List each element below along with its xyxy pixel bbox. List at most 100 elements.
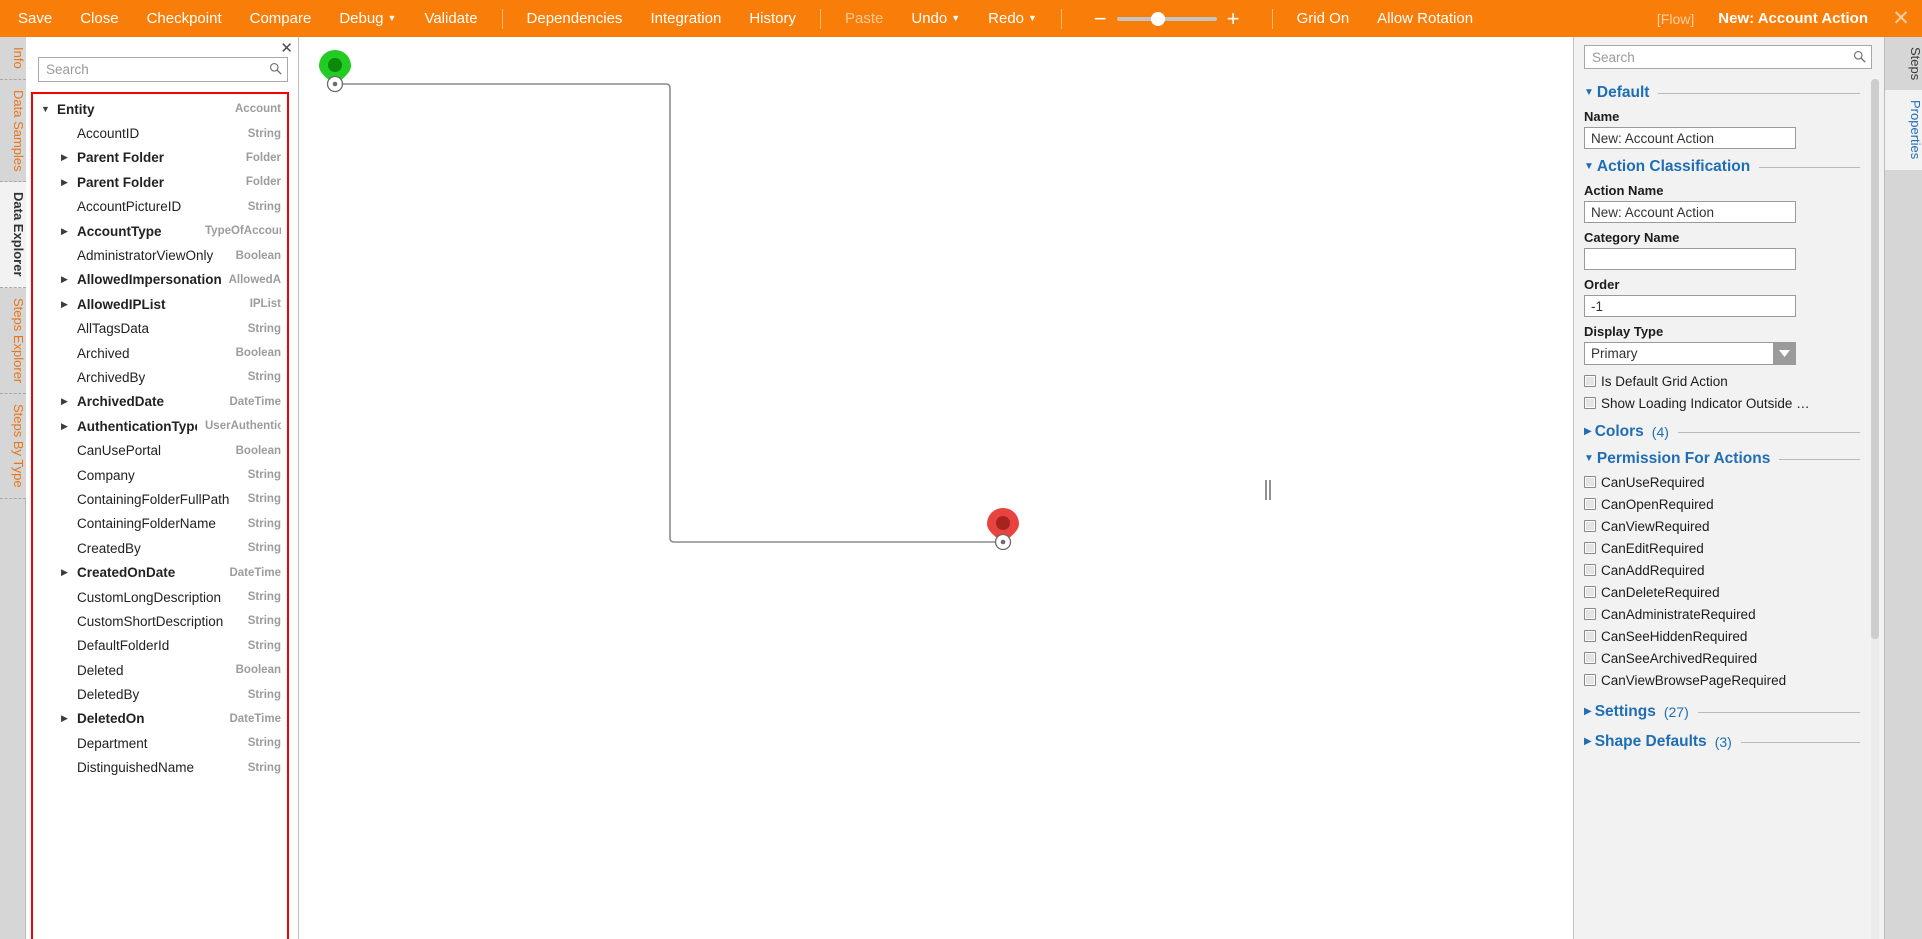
- permission-checkbox-canviewbrowsepagerequired[interactable]: CanViewBrowsePageRequired: [1584, 669, 1870, 691]
- toolbar-grid-on-button[interactable]: Grid On: [1283, 0, 1364, 37]
- tree-row[interactable]: ▶AllTagsData String: [33, 317, 287, 341]
- tree-row[interactable]: ▶ AllowedImpersonations AllowedA: [33, 268, 287, 292]
- tree-row[interactable]: ▶DeletedBy String: [33, 682, 287, 706]
- chevron-right-icon[interactable]: ▶: [61, 396, 77, 407]
- tree-row[interactable]: ▶ContainingFolderName String: [33, 512, 287, 536]
- checkbox-icon[interactable]: [1584, 674, 1596, 686]
- chevron-right-icon[interactable]: ▶: [61, 274, 77, 285]
- tree-row[interactable]: ▶AccountType TypeOfAccount: [33, 219, 287, 243]
- permission-checkbox-canuserequired[interactable]: CanUseRequired: [1584, 471, 1870, 493]
- category-name-field[interactable]: [1584, 248, 1796, 270]
- tree-row[interactable]: ▶ CreatedOnDate DateTime: [33, 560, 287, 584]
- name-field[interactable]: [1584, 127, 1796, 149]
- chevron-right-icon[interactable]: ▶: [61, 152, 77, 163]
- checkbox-icon[interactable]: [1584, 608, 1596, 620]
- display-type-value[interactable]: [1584, 342, 1796, 365]
- chevron-down-icon[interactable]: ▼: [41, 104, 57, 114]
- zoom-in-button[interactable]: +: [1217, 7, 1250, 30]
- toolbar-paste-button[interactable]: Paste: [831, 0, 897, 37]
- toolbar-allow-rotation-button[interactable]: Allow Rotation: [1363, 0, 1487, 37]
- action-name-field[interactable]: [1584, 201, 1796, 223]
- toolbar-close-button[interactable]: Close: [66, 0, 132, 37]
- properties-scrollbar[interactable]: [1871, 79, 1879, 939]
- right-tab-properties[interactable]: Properties: [1885, 90, 1922, 170]
- permission-checkbox-canseearchivedrequired[interactable]: CanSeeArchivedRequired: [1584, 647, 1870, 669]
- entity-tree[interactable]: ▼EntityAccount▶AccountIDString▶Parent Fo…: [33, 94, 287, 939]
- permission-checkbox-candeleterequired[interactable]: CanDeleteRequired: [1584, 581, 1870, 603]
- checkbox-icon[interactable]: [1584, 652, 1596, 664]
- toolbar-checkpoint-button[interactable]: Checkpoint: [133, 0, 236, 37]
- checkbox-icon[interactable]: [1584, 397, 1596, 409]
- permission-checkbox-canadministraterequired[interactable]: CanAdministrateRequired: [1584, 603, 1870, 625]
- tree-row[interactable]: ▶ DeletedOn DateTime: [33, 707, 287, 731]
- chevron-right-icon[interactable]: ▶: [61, 713, 77, 724]
- zoom-slider[interactable]: [1116, 11, 1217, 26]
- chevron-right-icon[interactable]: ▶: [61, 421, 77, 432]
- left-tab-steps-explorer[interactable]: Steps Explorer: [0, 287, 26, 395]
- tree-row[interactable]: ▶Department String: [33, 731, 287, 755]
- permission-checkbox-canviewrequired[interactable]: CanViewRequired: [1584, 515, 1870, 537]
- tree-row[interactable]: ▶AccountPictureID String: [33, 195, 287, 219]
- tree-row[interactable]: ▶AdministratorViewOnly Boolean: [33, 243, 287, 267]
- toolbar-compare-button[interactable]: Compare: [236, 0, 326, 37]
- order-field[interactable]: [1584, 295, 1796, 317]
- toolbar-dependencies-button[interactable]: Dependencies: [513, 0, 637, 37]
- tree-row[interactable]: ▶DefaultFolderId String: [33, 634, 287, 658]
- left-tab-steps-by-type[interactable]: Steps By Type: [0, 394, 26, 499]
- toolbar-debug-button[interactable]: Debug ▼: [325, 0, 410, 37]
- tree-row[interactable]: ▶ArchivedBy String: [33, 365, 287, 389]
- permission-checkbox-canopenrequired[interactable]: CanOpenRequired: [1584, 493, 1870, 515]
- toolbar-validate-button[interactable]: Validate: [410, 0, 491, 37]
- chevron-right-icon[interactable]: ▶: [61, 299, 77, 310]
- checkbox-icon[interactable]: [1584, 586, 1596, 598]
- checkbox-icon[interactable]: [1584, 375, 1596, 387]
- checkbox-show-loading-indicator-outside[interactable]: Show Loading Indicator Outside …: [1584, 392, 1870, 414]
- checkbox-is-default-grid-action[interactable]: Is Default Grid Action: [1584, 370, 1870, 392]
- zoom-out-button[interactable]: −: [1084, 7, 1117, 30]
- left-tab-info[interactable]: Info: [0, 37, 26, 80]
- tree-row[interactable]: ▶ Parent Folder Folder: [33, 146, 287, 170]
- checkbox-icon[interactable]: [1584, 542, 1596, 554]
- permission-checkbox-canaddrequired[interactable]: CanAddRequired: [1584, 559, 1870, 581]
- toolbar-save-button[interactable]: Save: [0, 0, 66, 37]
- checkbox-icon[interactable]: [1584, 498, 1596, 510]
- chevron-right-icon[interactable]: ▶: [61, 177, 77, 188]
- canvas-splitter-handle[interactable]: [1265, 480, 1271, 500]
- chevron-right-icon[interactable]: ▶: [61, 226, 77, 237]
- display-type-select[interactable]: [1584, 342, 1796, 365]
- tree-row[interactable]: ▶Company String: [33, 463, 287, 487]
- section-permission-for-actions[interactable]: ▼ Permission For Actions: [1584, 450, 1870, 468]
- checkbox-icon[interactable]: [1584, 630, 1596, 642]
- data-explorer-search-input[interactable]: [38, 57, 288, 82]
- close-document-icon[interactable]: ✕: [1880, 0, 1922, 37]
- tree-row[interactable]: ▼ Entity Account: [33, 97, 287, 121]
- toolbar-redo-button[interactable]: Redo ▼: [974, 0, 1051, 37]
- permission-checkbox-canseehiddenrequired[interactable]: CanSeeHiddenRequired: [1584, 625, 1870, 647]
- tree-row[interactable]: ▶ContainingFolderFullPath String: [33, 487, 287, 511]
- right-tab-steps[interactable]: Steps: [1885, 37, 1922, 91]
- toolbar-history-button[interactable]: History: [735, 0, 810, 37]
- section-colors[interactable]: ▶ Colors (4): [1584, 423, 1870, 441]
- section-settings[interactable]: ▶ Settings (27): [1584, 703, 1870, 721]
- chevron-right-icon[interactable]: ▶: [61, 567, 77, 578]
- tree-row[interactable]: ▶ AllowedIPList IPList: [33, 292, 287, 316]
- tree-row[interactable]: ▶Archived Boolean: [33, 341, 287, 365]
- tree-row[interactable]: ▶ AuthenticationType UserAuthentic: [33, 414, 287, 438]
- permission-checkbox-caneditrequired[interactable]: CanEditRequired: [1584, 537, 1870, 559]
- close-panel-icon[interactable]: ✕: [280, 41, 293, 56]
- checkbox-icon[interactable]: [1584, 564, 1596, 576]
- properties-search-input[interactable]: [1584, 45, 1872, 69]
- flow-canvas[interactable]: [300, 37, 1555, 939]
- dropdown-toggle-button[interactable]: [1773, 343, 1795, 364]
- tree-row[interactable]: ▶DistinguishedName String: [33, 756, 287, 780]
- tree-row[interactable]: ▶AccountID String: [33, 121, 287, 145]
- tree-row[interactable]: ▶Deleted Boolean: [33, 658, 287, 682]
- section-action-classification[interactable]: ▼ Action Classification: [1584, 158, 1870, 176]
- tree-row[interactable]: ▶CanUsePortal Boolean: [33, 438, 287, 462]
- properties-scrollbar-thumb[interactable]: [1871, 79, 1879, 639]
- section-default[interactable]: ▼ Default: [1584, 84, 1870, 102]
- section-shape-defaults[interactable]: ▶ Shape Defaults (3): [1584, 733, 1870, 751]
- checkbox-icon[interactable]: [1584, 476, 1596, 488]
- left-tab-data-samples[interactable]: Data Samples: [0, 79, 26, 183]
- checkbox-icon[interactable]: [1584, 520, 1596, 532]
